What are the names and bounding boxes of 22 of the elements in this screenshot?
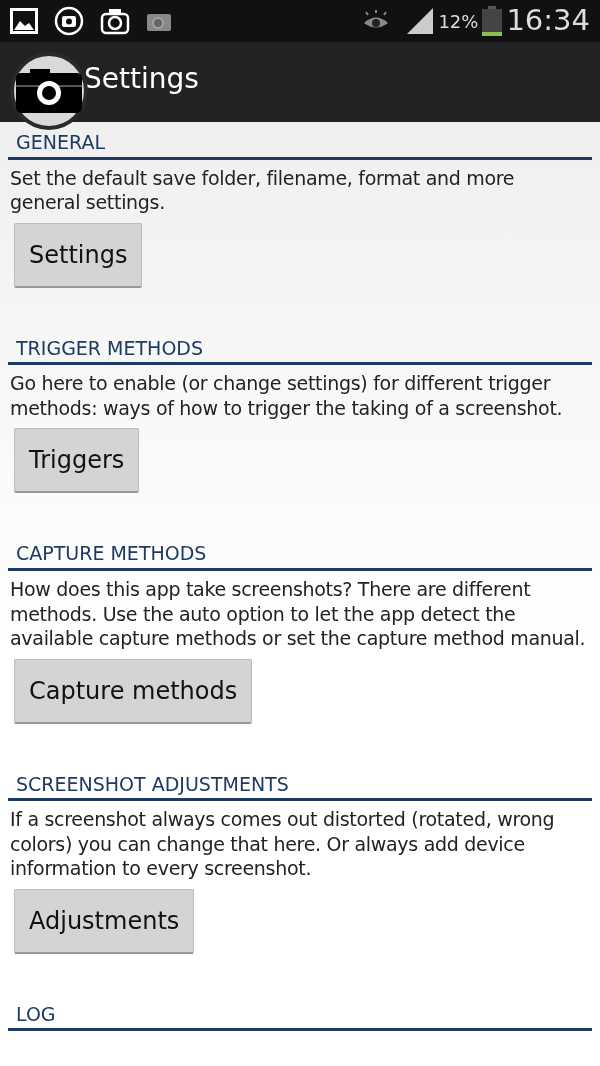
section-button[interactable]: Triggers bbox=[14, 428, 140, 494]
section-button[interactable]: Settings bbox=[14, 222, 143, 288]
section-heading: SCREENSHOT ADJUSTMENTS bbox=[15, 771, 290, 797]
camera-icon bbox=[100, 7, 130, 35]
section-heading: CAPTURE METHODS bbox=[15, 541, 208, 567]
section-heading: LOG bbox=[15, 1001, 57, 1027]
section-description: If a screenshot always comes out distorted (rotated, wrong colors) you can change that here. Or always add device information to every screenshot. bbox=[9, 807, 556, 881]
camera-icon bbox=[16, 69, 82, 113]
battery-percent: 12% bbox=[438, 9, 479, 34]
battery-icon bbox=[482, 6, 503, 36]
signal-icon bbox=[406, 7, 435, 35]
screen-title: Settings bbox=[84, 62, 199, 96]
section-button[interactable]: Adjustments bbox=[14, 888, 195, 954]
section-description: How does this app take screenshots? There are different methods. Use the auto option to let the app detect the available capture methods or set the capture method manual. bbox=[9, 577, 587, 651]
clock-time: 16:34 bbox=[506, 2, 590, 40]
section-description: Set the default save folder, filename, format and more general settings. bbox=[9, 165, 516, 215]
section-heading: GENERAL bbox=[15, 130, 106, 155]
section-heading: TRIGGER METHODS bbox=[15, 335, 205, 361]
section-description: Go here to enable (or change settings) for different trigger methods: ways of how to trigger the taking of a screenshot. bbox=[9, 371, 564, 421]
section-button[interactable]: Capture methods bbox=[14, 658, 253, 724]
camera-icon bbox=[54, 6, 84, 36]
picture-icon bbox=[10, 8, 38, 34]
